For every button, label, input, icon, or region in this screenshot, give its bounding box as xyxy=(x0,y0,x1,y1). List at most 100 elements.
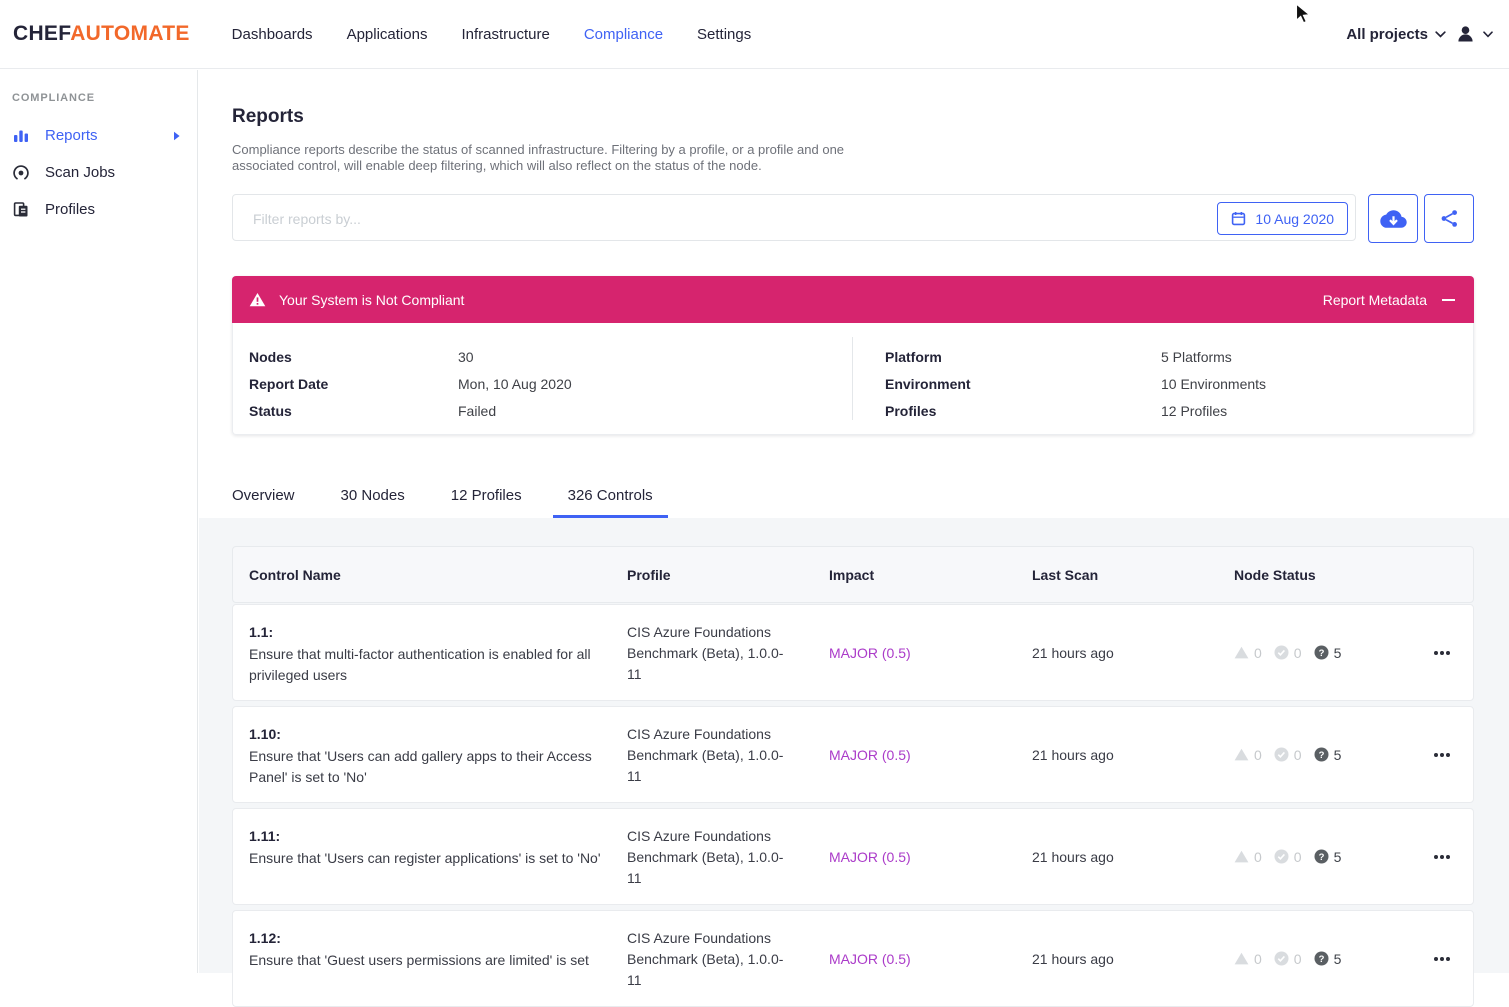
metadata-label: Nodes xyxy=(249,349,458,365)
node-status-cell: 0 0 ? 5 xyxy=(1234,747,1434,763)
unknown-count: 5 xyxy=(1334,849,1342,865)
control-id: 1.12: xyxy=(249,928,613,949)
row-actions-cell xyxy=(1434,747,1478,763)
metadata-panel: Nodes 30 Report Date Mon, 10 Aug 2020 St… xyxy=(232,323,1474,435)
cloud-download-icon xyxy=(1380,208,1407,230)
impact-cell: MAJOR (0.5) xyxy=(829,747,1032,763)
metadata-label: Report Date xyxy=(249,376,458,392)
share-icon xyxy=(1440,209,1459,228)
user-menu[interactable] xyxy=(1455,24,1493,45)
control-id: 1.1: xyxy=(249,622,613,643)
svg-text:?: ? xyxy=(1318,648,1324,659)
control-description: Ensure that 'Users can add gallery apps … xyxy=(249,746,613,788)
metadata-value: 30 xyxy=(458,349,474,365)
last-scan-cell: 21 hours ago xyxy=(1032,645,1234,661)
sidebar-item-reports[interactable]: Reports xyxy=(0,117,197,154)
control-description: Ensure that 'Guest users permissions are… xyxy=(249,950,613,971)
node-status-cell: 0 0 ? 5 xyxy=(1234,849,1434,865)
metadata-label: Profiles xyxy=(885,403,1161,419)
row-actions-button[interactable] xyxy=(1434,747,1450,763)
compliance-sidebar: COMPLIANCE Reports Scan Jobs xyxy=(0,70,198,973)
sidebar-item-profiles[interactable]: Profiles xyxy=(0,191,197,228)
row-actions-button[interactable] xyxy=(1434,849,1450,865)
last-scan-cell: 21 hours ago xyxy=(1032,849,1234,865)
row-actions-cell xyxy=(1434,951,1478,967)
failed-count: 0 xyxy=(1254,747,1262,763)
nav-item-compliance[interactable]: Compliance xyxy=(584,26,663,43)
date-picker-label: 10 Aug 2020 xyxy=(1255,211,1334,227)
metadata-row-profiles: Profiles 12 Profiles xyxy=(885,397,1266,424)
question-circle-icon: ? xyxy=(1314,645,1329,660)
tab-nodes[interactable]: 30 Nodes xyxy=(341,479,405,518)
download-report-button[interactable] xyxy=(1368,194,1418,243)
unknown-count: 5 xyxy=(1334,645,1342,661)
chevron-down-icon xyxy=(1483,31,1493,38)
table-row[interactable]: 1.11: Ensure that 'Users can register ap… xyxy=(232,808,1474,905)
metadata-value: Mon, 10 Aug 2020 xyxy=(458,376,572,392)
failed-status-group: 0 xyxy=(1234,645,1262,661)
banner-message: Your System is Not Compliant xyxy=(279,292,464,308)
controls-table: Control Name Profile Impact Last Scan No… xyxy=(232,546,1474,1007)
metadata-value: 10 Environments xyxy=(1161,376,1266,392)
arrow-right-icon[interactable] xyxy=(173,131,181,141)
failed-status-group: 0 xyxy=(1234,747,1262,763)
nav-item-infrastructure[interactable]: Infrastructure xyxy=(461,26,549,43)
last-scan-cell: 21 hours ago xyxy=(1032,951,1234,967)
control-name-cell: 1.11: Ensure that 'Users can register ap… xyxy=(249,809,627,869)
page-description: Compliance reports describe the status o… xyxy=(232,142,850,174)
row-actions-button[interactable] xyxy=(1434,645,1450,661)
share-report-button[interactable] xyxy=(1424,194,1474,243)
logo-automate: AUTOMATE xyxy=(70,22,189,45)
filter-reports-input[interactable] xyxy=(251,196,1145,241)
user-icon xyxy=(1455,24,1476,45)
metadata-row-platform: Platform 5 Platforms xyxy=(885,343,1266,370)
passed-status-group: 0 xyxy=(1274,849,1302,865)
check-circle-icon xyxy=(1274,849,1289,864)
sidebar-item-label: Profiles xyxy=(45,201,95,218)
warning-triangle-icon xyxy=(1234,646,1249,659)
failed-count: 0 xyxy=(1254,951,1262,967)
tab-controls[interactable]: 326 Controls xyxy=(553,479,668,518)
topbar-right: All projects xyxy=(1346,24,1493,45)
nav-item-applications[interactable]: Applications xyxy=(347,26,428,43)
control-id: 1.11: xyxy=(249,826,613,847)
metadata-label: Status xyxy=(249,403,458,419)
column-header-control-name: Control Name xyxy=(249,567,627,583)
page-title: Reports xyxy=(232,106,304,128)
svg-text:?: ? xyxy=(1318,852,1324,863)
row-actions-cell xyxy=(1434,849,1478,865)
impact-cell: MAJOR (0.5) xyxy=(829,645,1032,661)
row-actions-button[interactable] xyxy=(1434,951,1450,967)
collapse-metadata-icon[interactable] xyxy=(1442,299,1455,301)
node-status-cell: 0 0 ? 5 xyxy=(1234,951,1434,967)
last-scan-cell: 21 hours ago xyxy=(1032,747,1234,763)
controls-section: Control Name Profile Impact Last Scan No… xyxy=(199,518,1509,973)
projects-filter-label: All projects xyxy=(1346,26,1428,43)
warning-triangle-icon xyxy=(1234,952,1249,965)
nav-item-settings[interactable]: Settings xyxy=(697,26,751,43)
filter-bar: 10 Aug 2020 xyxy=(232,194,1474,243)
svg-text:?: ? xyxy=(1318,954,1324,965)
chef-automate-logo: CHEFAUTOMATE xyxy=(13,22,190,46)
unknown-count: 5 xyxy=(1334,747,1342,763)
sidebar-item-scan-jobs[interactable]: Scan Jobs xyxy=(0,154,197,191)
column-header-node-status: Node Status xyxy=(1234,567,1434,583)
nav-item-dashboards[interactable]: Dashboards xyxy=(232,26,313,43)
tab-overview[interactable]: Overview xyxy=(232,479,295,518)
tab-profiles[interactable]: 12 Profiles xyxy=(451,479,522,518)
passed-count: 0 xyxy=(1294,849,1302,865)
main-nav: Dashboards Applications Infrastructure C… xyxy=(232,26,752,43)
table-row[interactable]: 1.10: Ensure that 'Users can add gallery… xyxy=(232,706,1474,803)
date-picker-button[interactable]: 10 Aug 2020 xyxy=(1217,202,1348,235)
projects-filter-dropdown[interactable]: All projects xyxy=(1346,26,1446,43)
sidebar-section-label: COMPLIANCE xyxy=(12,92,197,104)
metadata-label: Environment xyxy=(885,376,1161,392)
profile-cell: CIS Azure Foundations Benchmark (Beta), … xyxy=(627,605,797,685)
warning-triangle-icon xyxy=(249,292,266,307)
row-actions-cell xyxy=(1434,645,1478,661)
table-row[interactable]: 1.1: Ensure that multi-factor authentica… xyxy=(232,604,1474,701)
banner-message-group: Your System is Not Compliant xyxy=(249,292,464,308)
table-row[interactable]: 1.12: Ensure that 'Guest users permissio… xyxy=(232,910,1474,1007)
passed-count: 0 xyxy=(1294,645,1302,661)
controls-table-header: Control Name Profile Impact Last Scan No… xyxy=(232,546,1474,603)
